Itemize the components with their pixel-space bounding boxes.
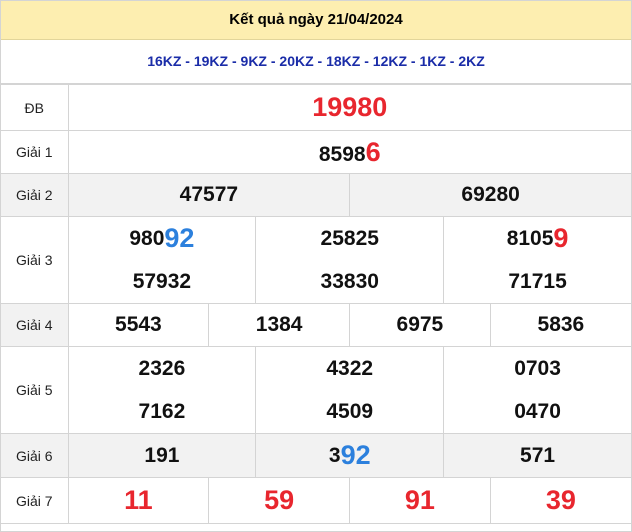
prize-3-tail: 9 (553, 223, 569, 253)
prize-5-number: 0470 (514, 399, 561, 423)
prize-4-number: 5836 (489, 303, 631, 347)
prize-7-number: 91 (349, 477, 491, 524)
label-prize-7: Giải 7 (1, 477, 69, 524)
prize-3-number: 71715 (444, 260, 631, 303)
prize-3-main: 71715 (508, 269, 567, 293)
prize-3-number: 980 92 (69, 217, 257, 260)
row-prize-5: Giải 5 2326 4322 0703 7162 4509 0470 (1, 346, 631, 434)
row-prize-7: Giải 7 11 59 91 39 (1, 477, 631, 524)
prize-6-tail: 92 (340, 440, 371, 470)
prize-6-number: 191 (69, 434, 257, 477)
label-special: ĐB (1, 84, 69, 131)
row-special: ĐB 19980 (1, 84, 631, 131)
prize-6-main: 571 (520, 443, 556, 467)
prize-2-number: 47577 (69, 174, 351, 216)
prize-3-main: 25825 (320, 226, 379, 250)
prize-7-number: 59 (208, 477, 350, 524)
prize-5-number: 0703 (514, 356, 561, 380)
row-prize-6: Giải 6 191 3 92 571 (1, 433, 631, 478)
results-title: Kết quả ngày 21/04/2024 (1, 1, 631, 40)
label-prize-3: Giải 3 (1, 216, 69, 304)
prize-3-main: 8105 (506, 226, 554, 250)
label-prize-5: Giải 5 (1, 346, 69, 434)
prize-5-number: 2326 (69, 347, 257, 390)
label-prize-6: Giải 6 (1, 433, 69, 478)
prize-3-main: 57932 (132, 269, 192, 293)
label-prize-1: Giải 1 (1, 130, 69, 174)
results-table: ĐB 19980 Giải 1 85986 Giải 2 47577 69280… (1, 84, 631, 524)
prize-3-main: 980 (129, 226, 165, 250)
prize-5-number: 4509 (256, 390, 445, 433)
prize-5-number: 7162 (69, 390, 257, 433)
prize-3-main: 33830 (320, 269, 379, 293)
prize-4-number: 5543 (67, 303, 210, 347)
prize-1-tail: 6 (365, 136, 381, 167)
prize-3-tail: 92 (164, 223, 195, 253)
prize-5-number: 4322 (256, 347, 445, 390)
prize-3-number: 57932 (69, 260, 257, 303)
prize-7-number: 39 (489, 477, 631, 524)
prize-6-main: 3 (328, 443, 341, 467)
prize-6-number: 571 (444, 434, 631, 477)
prize-1-main: 8598 (318, 142, 366, 166)
row-prize-1: Giải 1 85986 (1, 130, 631, 174)
draw-codes: 16KZ - 19KZ - 9KZ - 20KZ - 18KZ - 12KZ -… (1, 40, 631, 84)
prize-3-number: 8105 9 (444, 217, 631, 260)
label-prize-4: Giải 4 (1, 303, 69, 347)
results-panel: Kết quả ngày 21/04/2024 16KZ - 19KZ - 9K… (0, 0, 632, 532)
prize-3-number: 25825 (256, 217, 445, 260)
special-prize: 19980 (67, 84, 631, 131)
row-prize-2: Giải 2 47577 69280 (1, 173, 631, 217)
row-prize-3: Giải 3 980 92 25825 8105 9 57932 33830 717… (1, 216, 631, 304)
prize-6-main: 191 (144, 443, 180, 467)
row-prize-4: Giải 4 5543 1384 6975 5836 (1, 303, 631, 347)
prize-4-number: 1384 (208, 303, 350, 347)
prize-3-number: 33830 (256, 260, 445, 303)
prize-6-number: 3 92 (256, 434, 445, 477)
label-prize-2: Giải 2 (1, 173, 69, 217)
prize-7-number: 11 (67, 477, 210, 524)
prize-1-number: 85986 (67, 130, 631, 174)
prize-2-number: 69280 (461, 183, 520, 206)
prize-4-number: 6975 (349, 303, 491, 347)
